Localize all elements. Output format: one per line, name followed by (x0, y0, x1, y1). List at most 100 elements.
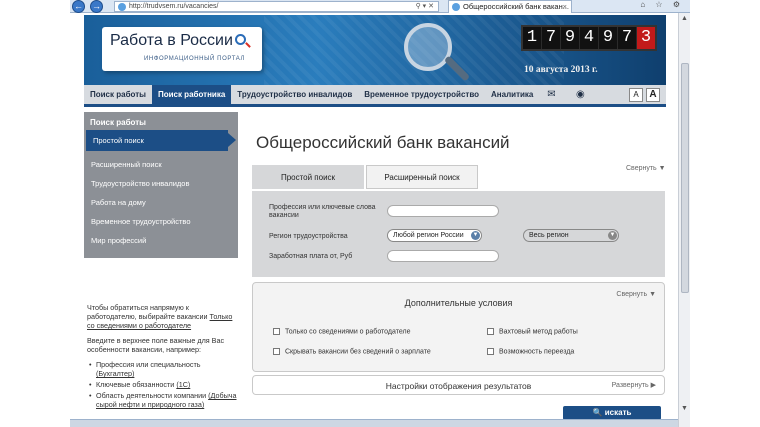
scrollbar-thumb[interactable] (681, 63, 689, 293)
checkbox-rotational[interactable]: Вахтовый метод работы (487, 328, 578, 335)
counter-digit: 7 (542, 27, 561, 49)
region-select[interactable]: Любой регион России ▼ (387, 229, 482, 242)
address-actions-icon[interactable]: ⚲ ▾ ✕ (416, 2, 434, 11)
eye-icon[interactable]: ◉ (563, 85, 597, 104)
sidebar-item-temporary-employment[interactable]: Временное трудоустройство (84, 212, 238, 231)
sidebar-item-disabled-employment[interactable]: Трудоустройство инвалидов (84, 174, 238, 193)
checkbox-label: Вахтовый метод работы (499, 328, 578, 336)
checkbox-employer-info[interactable]: Только со сведениями о работодателе (273, 328, 411, 335)
checkbox-box[interactable] (487, 328, 494, 335)
subregion-select-value: Весь регион (529, 232, 569, 239)
subregion-select[interactable]: Весь регион ▼ (523, 229, 619, 242)
checkbox-label: Возможность переезда (499, 348, 575, 356)
hint-list: Профессия или специальность (Бухгалтер) … (87, 360, 237, 409)
hint-text: Чтобы обратиться напрямую к работодателю… (87, 303, 208, 321)
hint-example-link[interactable]: (Бухгалтер) (96, 369, 134, 378)
checkbox-relocation[interactable]: Возможность переезда (487, 348, 574, 355)
browser-menu-icons[interactable]: ⌂ ☆ ⚙ (640, 0, 684, 9)
banner-date: 10 августа 2013 г. (524, 65, 598, 75)
checkbox-box[interactable] (487, 348, 494, 355)
checkbox-label: Только со сведениями о работодателе (285, 328, 411, 336)
nav-analytics[interactable]: Аналитика (485, 85, 539, 104)
header-banner: Работа в России ИНФОРМАЦИОННЫЙ ПОРТАЛ 1 … (84, 15, 666, 85)
nav-job-search[interactable]: Поиск работы (84, 85, 152, 104)
magnifier-glass-graphic (404, 23, 452, 71)
profession-input[interactable] (387, 205, 499, 217)
nav-disabled-employment[interactable]: Трудоустройство инвалидов (231, 85, 358, 104)
list-item: Ключевые обязанности (1С) (87, 380, 237, 389)
browser-toolbar: ← → http://trudvsem.ru/vacancies/ ⚲ ▾ ✕ … (70, 0, 690, 13)
counter-digit: 3 (637, 27, 655, 49)
tab-simple-search[interactable]: Простой поиск (252, 165, 364, 189)
back-button[interactable]: ← (72, 0, 85, 13)
sidebar-title: Поиск работы (90, 118, 146, 127)
counter-digit: 4 (580, 27, 599, 49)
region-select-value: Любой регион России (393, 232, 464, 239)
logo-name: Работа в России (110, 32, 233, 49)
site-logo[interactable]: Работа в России ИНФОРМАЦИОННЫЙ ПОРТАЛ (102, 27, 262, 71)
logo-subtitle: ИНФОРМАЦИОННЫЙ ПОРТАЛ (144, 56, 246, 62)
mail-icon[interactable]: ✉ (539, 85, 563, 104)
expand-settings-link[interactable]: Развернуть ▶ (612, 381, 656, 389)
sidebar-item-professions[interactable]: Мир профессий (84, 231, 238, 250)
hint-intro: Введите в верхнее поле важные для Вас ос… (87, 336, 225, 354)
hint-item-text: Ключевые обязанности (96, 380, 175, 389)
profession-label: Профессия или ключевые слова вакансии (269, 204, 376, 219)
sidebar-item-simple-search[interactable]: Простой поиск (86, 130, 236, 151)
font-small-button[interactable]: A (629, 87, 643, 102)
page-scrollbar[interactable]: ▲ ▼ (678, 13, 690, 427)
checkbox-box[interactable] (273, 328, 280, 335)
search-hint: Чтобы обратиться напрямую к работодателю… (87, 303, 237, 411)
additional-title: Дополнительные условия (404, 298, 513, 308)
hint-example-link[interactable]: (1С) (176, 380, 190, 389)
search-tabs: Простой поиск Расширенный поиск (252, 165, 478, 189)
collapse-search-link[interactable]: Свернуть ▼ (626, 165, 666, 172)
vacancy-counter: 1 7 9 4 9 7 3 (521, 25, 657, 51)
chevron-down-icon: ▼ (608, 231, 617, 240)
nav-temporary-employment[interactable]: Временное трудоустройство (358, 85, 485, 104)
sidebar-item-remote-work[interactable]: Работа на дому (84, 193, 238, 212)
results-settings[interactable]: Настройки отображения результатов Развер… (252, 375, 665, 395)
salary-input[interactable] (387, 250, 499, 262)
counter-digit: 9 (599, 27, 618, 49)
region-label: Регион трудоустройства (269, 233, 348, 240)
hint-item-text: Область деятельности компании (96, 391, 207, 400)
forward-button[interactable]: → (90, 0, 103, 13)
additional-conditions: Дополнительные условия Свернуть ▼ Только… (252, 282, 665, 372)
main-nav: Поиск работы Поиск работника Трудоустрой… (84, 85, 666, 107)
status-bar (70, 419, 678, 427)
web-page: Работа в России ИНФОРМАЦИОННЫЙ ПОРТАЛ 1 … (70, 13, 678, 427)
counter-digit: 1 (523, 27, 542, 49)
tab-favicon-icon (452, 3, 460, 11)
tab-title: Общероссийский банк вакан... (463, 2, 569, 11)
list-item: Область деятельности компании (Добыча сы… (87, 391, 237, 409)
magnifier-icon (235, 34, 246, 45)
checkbox-box[interactable] (273, 348, 280, 355)
salary-label: Заработная плата от, Руб (269, 253, 353, 260)
chevron-down-icon: ▼ (471, 231, 480, 240)
sidebar: Поиск работы Простой поиск Расширенный п… (84, 112, 238, 258)
counter-digit: 9 (561, 27, 580, 49)
site-favicon-icon (118, 3, 126, 11)
list-item: Профессия или специальность (Бухгалтер) (87, 360, 237, 378)
checkbox-label: Скрывать вакансии без сведений о зарплат… (285, 348, 431, 356)
tab-advanced-search[interactable]: Расширенный поиск (366, 165, 478, 189)
font-large-button[interactable]: A (646, 87, 660, 102)
results-settings-title: Настройки отображения результатов (385, 381, 532, 391)
page-title: Общероссийский банк вакансий (256, 133, 510, 152)
browser-tab[interactable]: Общероссийский банк вакан... × (448, 0, 572, 13)
sidebar-item-advanced-search[interactable]: Расширенный поиск (84, 155, 238, 174)
search-form: Профессия или ключевые слова вакансии Ре… (252, 191, 665, 277)
counter-digit: 7 (618, 27, 637, 49)
scroll-up-icon[interactable]: ▲ (681, 15, 688, 22)
search-button[interactable]: 🔍 искать (563, 406, 661, 420)
hint-item-text: Профессия или специальность (96, 360, 201, 369)
hint-paragraph: Чтобы обратиться напрямую к работодателю… (87, 303, 237, 330)
scroll-down-icon[interactable]: ▼ (681, 405, 688, 412)
address-bar[interactable]: http://trudvsem.ru/vacancies/ ⚲ ▾ ✕ (114, 1, 439, 12)
tab-close-icon[interactable]: × (563, 1, 567, 13)
nav-employee-search[interactable]: Поиск работника (151, 85, 232, 104)
collapse-additional-link[interactable]: Свернуть ▼ (616, 291, 656, 298)
checkbox-hide-no-salary[interactable]: Скрывать вакансии без сведений о зарплат… (273, 348, 431, 355)
url-text: http://trudvsem.ru/vacancies/ (129, 3, 219, 10)
